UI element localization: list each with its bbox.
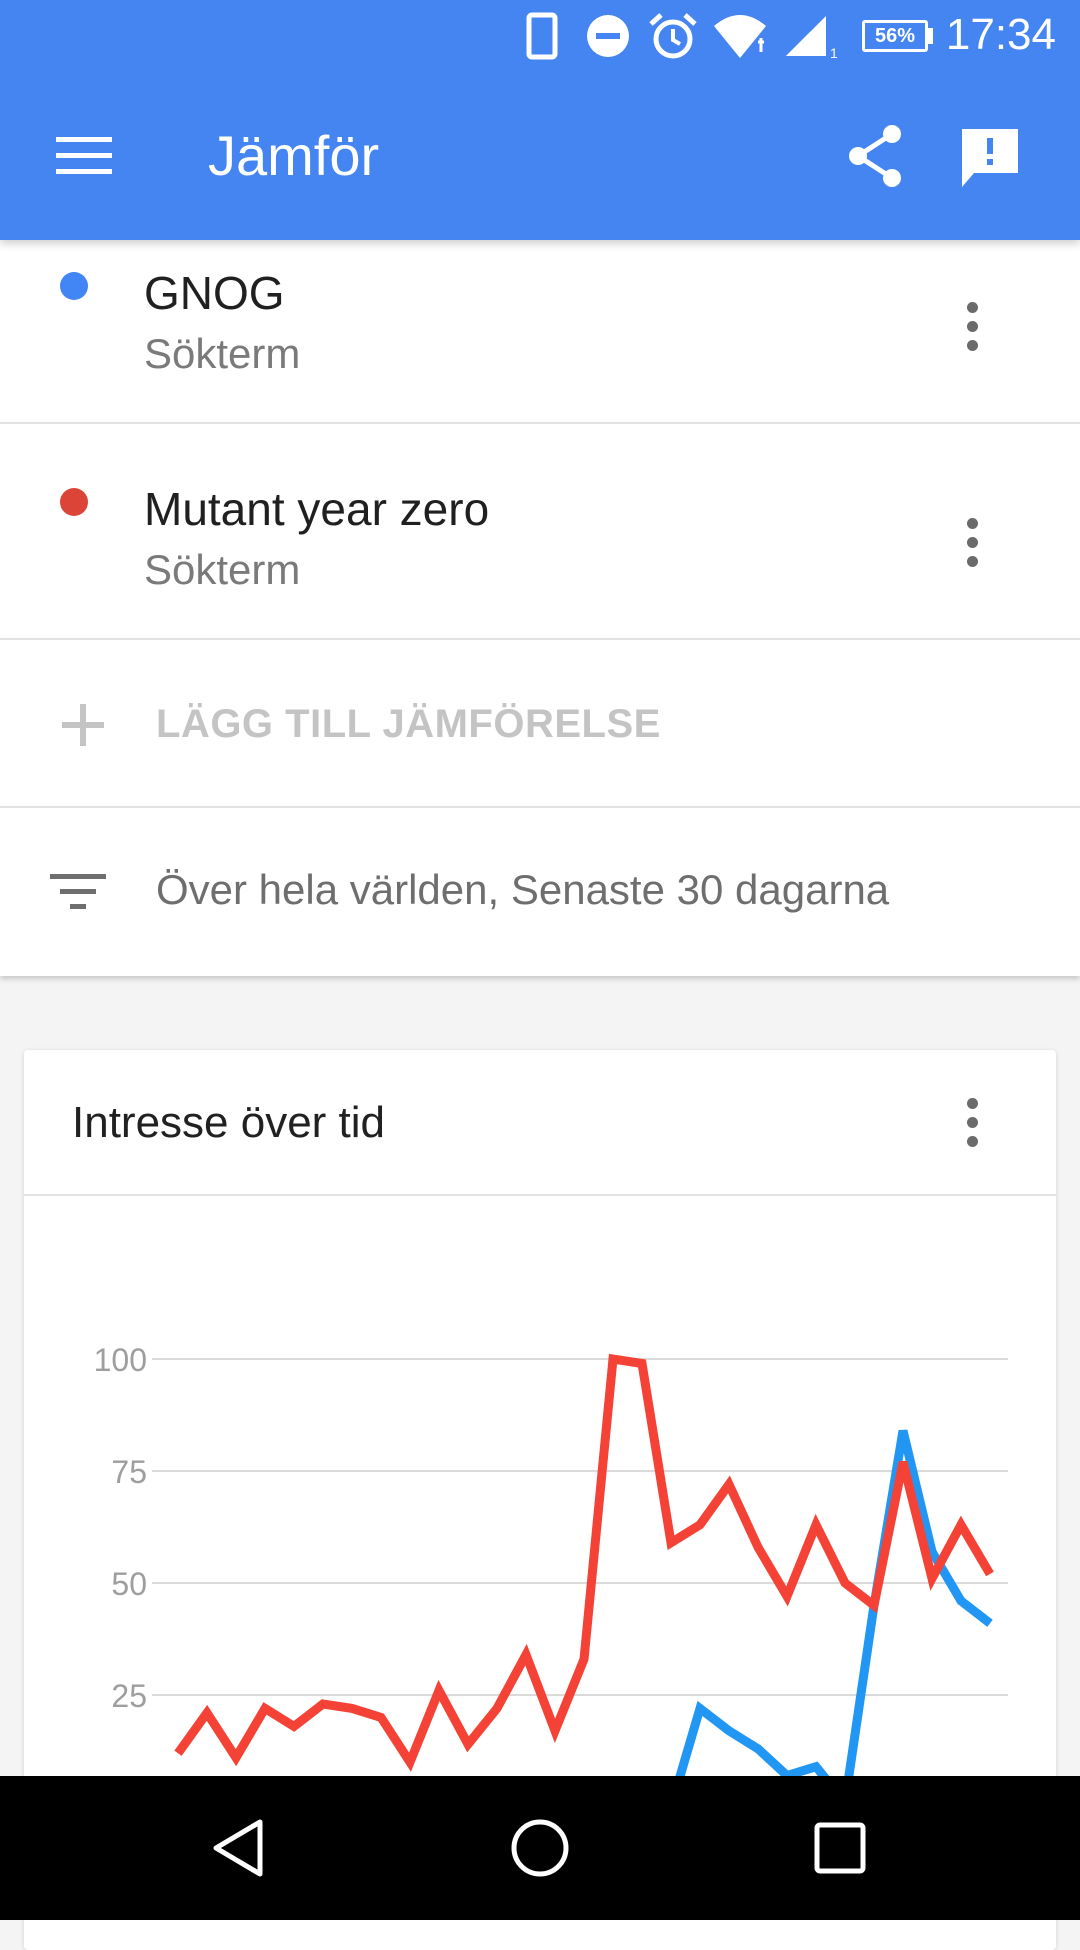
- card-more-button[interactable]: [944, 1082, 1000, 1162]
- do-not-disturb-icon: [587, 15, 629, 57]
- series-line-mutant-year-zero: [174, 1353, 994, 1772]
- home-icon: [511, 1819, 569, 1877]
- menu-button[interactable]: [40, 116, 128, 196]
- more-vert-dot: [966, 555, 978, 567]
- feedback-button[interactable]: [948, 116, 1032, 200]
- series-color-dot: [60, 488, 88, 516]
- more-vert-dot: [966, 320, 978, 332]
- recents-button[interactable]: [792, 1800, 888, 1896]
- add-comparison-button[interactable]: LÄGG TILL JÄMFÖRELSE: [0, 640, 1080, 808]
- term-row-mutant-year-zero[interactable]: Mutant year zero Sökterm: [0, 424, 1080, 640]
- wifi-icon: [714, 15, 766, 58]
- y-tick-label: 100: [94, 1342, 147, 1378]
- filter-icon: [50, 874, 106, 909]
- term-more-button[interactable]: [944, 286, 1000, 366]
- more-vert-icon: [966, 517, 978, 529]
- menu-icon: [56, 137, 112, 174]
- back-icon: [213, 1819, 263, 1877]
- more-vert-dot: [966, 536, 978, 548]
- phone-icon: [526, 12, 558, 60]
- feedback-icon: [962, 129, 1018, 187]
- back-button[interactable]: [192, 1800, 288, 1896]
- cell-signal-icon: 1: [786, 16, 838, 60]
- clock: 17:34: [945, 10, 1056, 59]
- status-bar: 1 56% 17:34: [0, 0, 1080, 72]
- more-vert-icon: [966, 1097, 978, 1109]
- filter-label: Över hela världen, Senaste 30 dagarna: [156, 866, 890, 913]
- term-type: Sökterm: [144, 330, 301, 377]
- term-type: Sökterm: [144, 546, 301, 593]
- filter-row[interactable]: Över hela världen, Senaste 30 dagarna: [0, 808, 1080, 976]
- card-title: Intresse över tid: [72, 1098, 386, 1147]
- top-app-band: 1 56% 17:34 Jämför: [0, 0, 1080, 240]
- share-button[interactable]: [836, 116, 916, 196]
- page-title: Jämför: [208, 124, 380, 187]
- more-vert-dot: [966, 1135, 978, 1147]
- term-more-button[interactable]: [944, 502, 1000, 582]
- navigation-bar: [0, 1776, 1080, 1920]
- home-button[interactable]: [492, 1800, 588, 1896]
- app-bar: Jämför: [0, 72, 1080, 240]
- battery-percent: 56%: [874, 24, 916, 47]
- term-name: GNOG: [144, 267, 285, 319]
- add-comparison-label: LÄGG TILL JÄMFÖRELSE: [156, 702, 661, 746]
- svg-text:1: 1: [830, 45, 838, 60]
- recents-icon: [814, 1822, 866, 1874]
- term-row-gnog[interactable]: GNOG Sökterm: [0, 240, 1080, 424]
- alarm-icon: [649, 13, 697, 59]
- more-vert-dot: [966, 1116, 978, 1128]
- y-tick-label: 25: [111, 1678, 147, 1714]
- y-tick-label: 50: [111, 1566, 147, 1602]
- y-tick-label: 75: [111, 1454, 147, 1490]
- card-header: Intresse över tid: [24, 1050, 1056, 1196]
- comparison-list: GNOG Sökterm Mutant year zero Sökterm LÄ…: [0, 240, 1080, 976]
- more-vert-dot: [966, 339, 978, 351]
- battery-tip: [928, 28, 933, 44]
- series-color-dot: [60, 272, 88, 300]
- share-icon: [849, 125, 901, 187]
- plus-icon: [62, 704, 104, 746]
- battery-icon: 56%: [862, 20, 928, 52]
- more-vert-icon: [966, 301, 978, 313]
- term-name: Mutant year zero: [144, 483, 490, 535]
